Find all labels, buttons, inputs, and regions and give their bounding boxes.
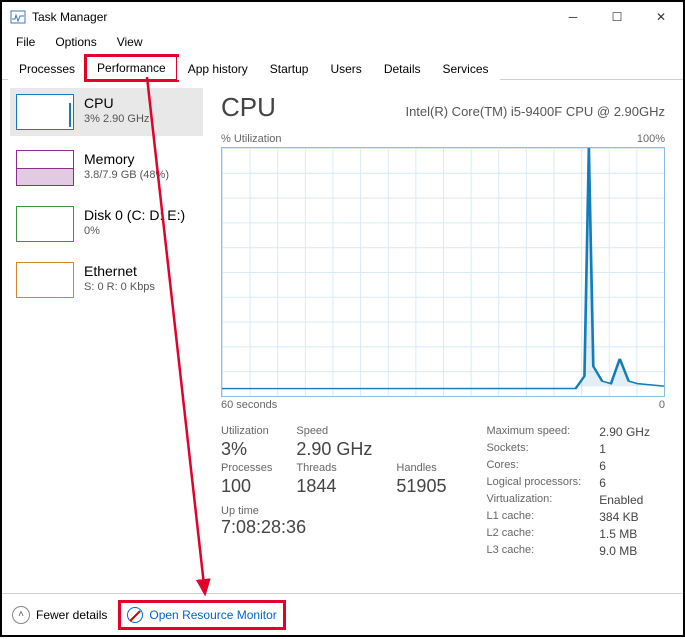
chart-bottom-left-label: 60 seconds: [221, 399, 277, 411]
lproc-label: Logical processors:: [486, 476, 581, 490]
resource-monitor-icon: [127, 607, 143, 623]
sidebar-memory-sub: 3.8/7.9 GB (48%): [84, 168, 169, 182]
sidebar-item-disk[interactable]: Disk 0 (C: D: E:) 0%: [10, 200, 203, 248]
menu-view[interactable]: View: [109, 33, 151, 51]
maxspeed-label: Maximum speed:: [486, 425, 581, 439]
threads-value: 1844: [296, 476, 372, 497]
sidebar-disk-label: Disk 0 (C: D: E:): [84, 206, 185, 224]
uptime-label: Up time: [221, 505, 446, 517]
minimize-button[interactable]: ─: [551, 3, 595, 31]
maxspeed-value: 2.90 GHz: [599, 425, 650, 439]
handles-label: Handles: [396, 462, 446, 474]
tab-strip: Processes Performance App history Startu…: [2, 52, 683, 80]
cpu-utilization-chart: [221, 147, 665, 397]
open-resource-monitor-link[interactable]: Open Resource Monitor: [123, 605, 280, 625]
lproc-value: 6: [599, 476, 650, 490]
disk-thumbnail-icon: [16, 206, 74, 242]
menubar: File Options View: [2, 32, 683, 52]
maximize-button[interactable]: ☐: [595, 3, 639, 31]
chevron-up-icon: ˄: [12, 606, 30, 624]
speed-label: Speed: [296, 425, 372, 437]
sidebar-memory-label: Memory: [84, 150, 169, 168]
virt-value: Enabled: [599, 493, 650, 507]
sidebar-cpu-sub: 3% 2.90 GHz: [84, 112, 149, 126]
ethernet-thumbnail-icon: [16, 262, 74, 298]
cpu-model: Intel(R) Core(TM) i5-9400F CPU @ 2.90GHz: [405, 104, 665, 119]
uptime-value: 7:08:28:36: [221, 517, 446, 538]
sidebar-eth-sub: S: 0 R: 0 Kbps: [84, 280, 155, 294]
sidebar-item-memory[interactable]: Memory 3.8/7.9 GB (48%): [10, 144, 203, 192]
sidebar-eth-label: Ethernet: [84, 262, 155, 280]
cpu-heading: CPU: [221, 92, 276, 123]
tab-performance[interactable]: Performance: [86, 56, 177, 80]
handles-value: 51905: [396, 476, 446, 497]
chart-bottom-right-label: 0: [659, 399, 665, 411]
threads-label: Threads: [296, 462, 372, 474]
tab-processes[interactable]: Processes: [8, 57, 86, 80]
open-resource-monitor-label: Open Resource Monitor: [149, 608, 276, 622]
sidebar-item-ethernet[interactable]: Ethernet S: 0 R: 0 Kbps: [10, 256, 203, 304]
processes-value: 100: [221, 476, 272, 497]
l2-value: 1.5 MB: [599, 527, 650, 541]
fewer-details-button[interactable]: ˄ Fewer details: [12, 606, 107, 624]
sidebar-disk-sub: 0%: [84, 224, 185, 238]
cpu-detail-panel: CPU Intel(R) Core(TM) i5-9400F CPU @ 2.9…: [207, 80, 683, 593]
chart-top-right-label: 100%: [637, 133, 665, 145]
footer-bar: ˄ Fewer details Open Resource Monitor: [2, 593, 683, 635]
close-button[interactable]: ✕: [639, 3, 683, 31]
speed-value: 2.90 GHz: [296, 439, 372, 460]
tab-users[interactable]: Users: [319, 57, 372, 80]
utilization-value: 3%: [221, 439, 272, 460]
tab-startup[interactable]: Startup: [259, 57, 320, 80]
l1-label: L1 cache:: [486, 510, 581, 524]
virt-label: Virtualization:: [486, 493, 581, 507]
cpu-chart-line: [222, 148, 664, 396]
utilization-label: Utilization: [221, 425, 272, 437]
processes-label: Processes: [221, 462, 272, 474]
cpu-thumbnail-icon: [16, 94, 74, 130]
task-manager-window: Task Manager ─ ☐ ✕ File Options View Pro…: [0, 0, 685, 637]
menu-options[interactable]: Options: [47, 33, 104, 51]
fewer-details-label: Fewer details: [36, 608, 107, 622]
chart-top-left-label: % Utilization: [221, 133, 282, 145]
sockets-label: Sockets:: [486, 442, 581, 456]
l3-label: L3 cache:: [486, 544, 581, 558]
menu-file[interactable]: File: [8, 33, 43, 51]
l3-value: 9.0 MB: [599, 544, 650, 558]
cores-label: Cores:: [486, 459, 581, 473]
memory-thumbnail-icon: [16, 150, 74, 186]
titlebar: Task Manager ─ ☐ ✕: [2, 2, 683, 32]
l2-label: L2 cache:: [486, 527, 581, 541]
sockets-value: 1: [599, 442, 650, 456]
tab-details[interactable]: Details: [373, 57, 432, 80]
sidebar-cpu-label: CPU: [84, 94, 149, 112]
window-title: Task Manager: [32, 10, 551, 24]
performance-sidebar: CPU 3% 2.90 GHz Memory 3.8/7.9 GB (48%) …: [2, 80, 207, 593]
tab-services[interactable]: Services: [432, 57, 500, 80]
l1-value: 384 KB: [599, 510, 650, 524]
app-icon: [10, 9, 26, 25]
sidebar-item-cpu[interactable]: CPU 3% 2.90 GHz: [10, 88, 203, 136]
cores-value: 6: [599, 459, 650, 473]
tab-app-history[interactable]: App history: [177, 57, 259, 80]
